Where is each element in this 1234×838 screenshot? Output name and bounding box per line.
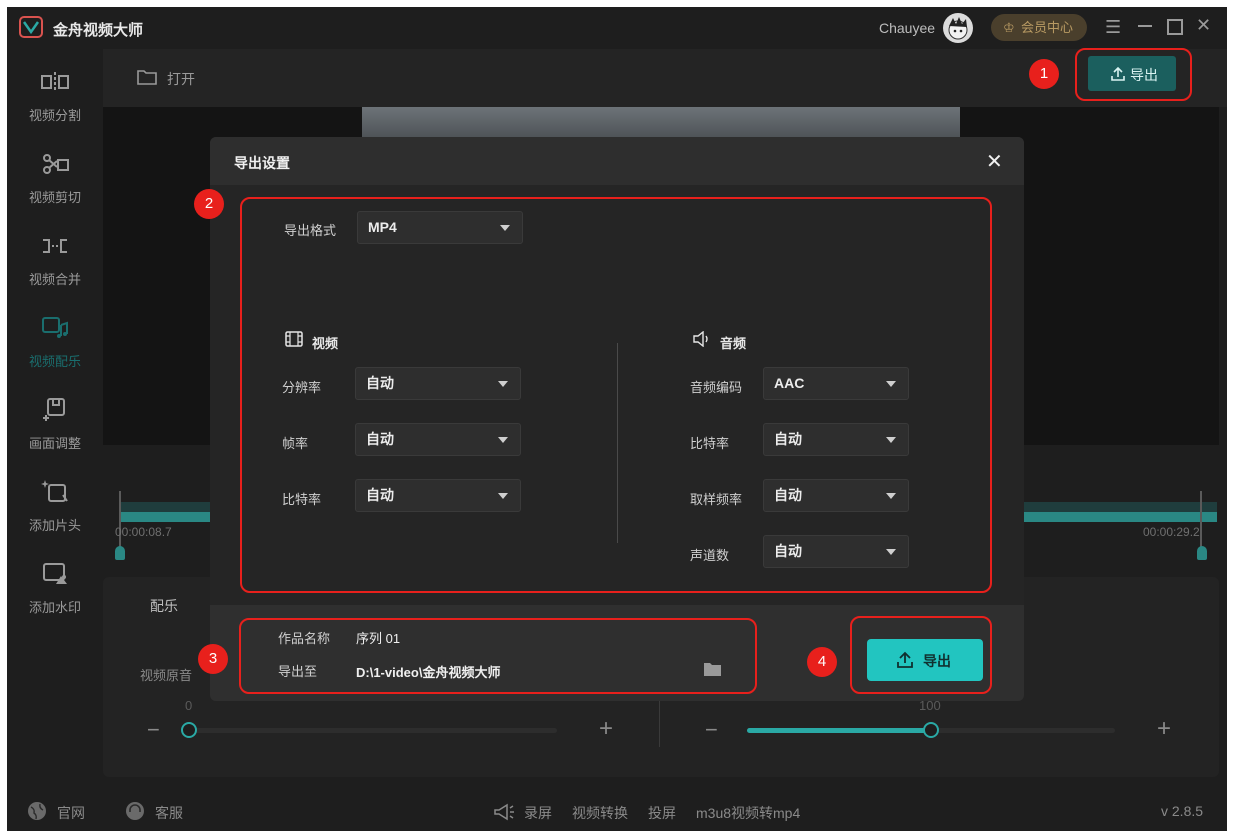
crop-icon — [43, 398, 65, 421]
left-plus-button[interactable]: + — [599, 715, 613, 743]
sidebar-item-label: 添加水印 — [28, 600, 81, 615]
left-volume-value: 0 — [185, 698, 193, 713]
intro-icon — [41, 480, 68, 502]
scissors-icon — [43, 154, 69, 174]
tab-music[interactable]: 配乐 — [150, 596, 178, 616]
badge-4: 4 — [807, 647, 837, 677]
cast-link[interactable]: 投屏 — [648, 803, 676, 823]
right-volume-knob[interactable] — [923, 722, 939, 738]
maximize-icon[interactable] — [1167, 19, 1183, 35]
right-volume-fill — [747, 728, 931, 733]
service-label: 客服 — [155, 805, 183, 821]
crown-icon: ♔ — [1003, 20, 1015, 35]
right-minus-button[interactable]: − — [705, 717, 718, 743]
record-link[interactable]: 录屏 — [524, 803, 552, 823]
avatar-face-icon — [948, 17, 968, 40]
sidebar-item-adjust[interactable]: 画面调整 — [7, 391, 103, 461]
close-window-icon[interactable]: ✕ — [1196, 15, 1211, 36]
close-dialog-icon[interactable]: ✕ — [986, 149, 1003, 174]
app-window: 金舟视频大师 Chauyee ♔ 会员中心 ☰ ✕ 视频分割 视频剪切 视频合并… — [7, 7, 1227, 831]
minimize-icon[interactable] — [1138, 25, 1152, 27]
badge-1: 1 — [1029, 59, 1059, 89]
timeline-start-time: 00:00:08.7 — [115, 525, 172, 539]
panel-divider — [659, 701, 660, 747]
convert-link[interactable]: 视频转换 — [572, 803, 628, 823]
watermark-icon — [43, 563, 67, 584]
dialog-title: 导出设置 — [234, 155, 290, 171]
highlight-1 — [1075, 48, 1192, 101]
dialog-header: 导出设置 ✕ — [210, 137, 1024, 185]
globe-icon — [28, 802, 46, 820]
open-label: 打开 — [167, 71, 195, 87]
sidebar-item-watermark[interactable]: 添加水印 — [7, 555, 103, 625]
folder-icon — [137, 70, 157, 85]
avatar[interactable] — [943, 13, 973, 43]
left-minus-button[interactable]: − — [147, 717, 160, 743]
bottom-bar: 官网 客服 录屏 视频转换 投屏 m3u8视频转mp4 v 2.8.5 — [7, 791, 1227, 831]
timeline-end-marker[interactable] — [1200, 491, 1202, 547]
end-handle[interactable] — [1197, 546, 1207, 560]
highlight-4 — [850, 616, 992, 694]
sidebar-item-label: 视频合并 — [28, 272, 81, 287]
sidebar-item-label: 视频分割 — [28, 108, 81, 123]
member-center-button[interactable]: ♔ 会员中心 — [991, 14, 1087, 41]
user-name[interactable]: Chauyee — [879, 20, 935, 36]
sidebar-item-label: 视频剪切 — [28, 190, 81, 205]
headset-icon — [126, 802, 144, 820]
badge-2: 2 — [194, 189, 224, 219]
open-button[interactable]: 打开 — [137, 67, 223, 91]
title-bar: 金舟视频大师 Chauyee ♔ 会员中心 ☰ ✕ — [7, 7, 1227, 49]
sidebar-item-music[interactable]: 视频配乐 — [7, 309, 103, 379]
sidebar-item-intro[interactable]: 添加片头 — [7, 473, 103, 543]
sidebar-item-cut[interactable]: 视频剪切 — [7, 145, 103, 215]
m3u8-link[interactable]: m3u8视频转mp4 — [696, 803, 800, 823]
highlight-2 — [240, 197, 992, 593]
member-center-label: 会员中心 — [1021, 20, 1074, 35]
left-volume-knob[interactable] — [181, 722, 197, 738]
badge-3: 3 — [198, 644, 228, 674]
highlight-3 — [239, 618, 757, 694]
version-label: v 2.8.5 — [1161, 803, 1204, 819]
menu-icon[interactable]: ☰ — [1105, 17, 1121, 38]
sidebar-item-label: 视频配乐 — [28, 354, 81, 369]
original-sound-label: 视频原音 — [140, 668, 193, 683]
website-link[interactable]: 官网 — [27, 801, 97, 823]
service-link[interactable]: 客服 — [125, 801, 195, 823]
sidebar-item-label: 画面调整 — [28, 436, 81, 451]
sidebar-item-label: 添加片头 — [28, 518, 81, 533]
megaphone-icon — [494, 803, 514, 821]
sidebar-item-merge[interactable]: 视频合并 — [7, 227, 103, 297]
timeline-end-time: 00:00:29.2 — [1143, 525, 1200, 539]
start-handle[interactable] — [115, 546, 125, 560]
sidebar: 视频分割 视频剪切 视频合并 视频配乐 画面调整 添加片头 添加水印 — [7, 49, 103, 749]
left-volume-slider[interactable] — [187, 728, 557, 733]
right-plus-button[interactable]: + — [1157, 715, 1171, 743]
music-icon — [42, 317, 68, 338]
app-logo-icon — [19, 16, 43, 38]
app-title: 金舟视频大师 — [53, 22, 144, 39]
split-icon — [41, 72, 69, 92]
website-label: 官网 — [57, 805, 85, 821]
merge-icon — [43, 239, 67, 253]
sidebar-item-split[interactable]: 视频分割 — [7, 63, 103, 133]
